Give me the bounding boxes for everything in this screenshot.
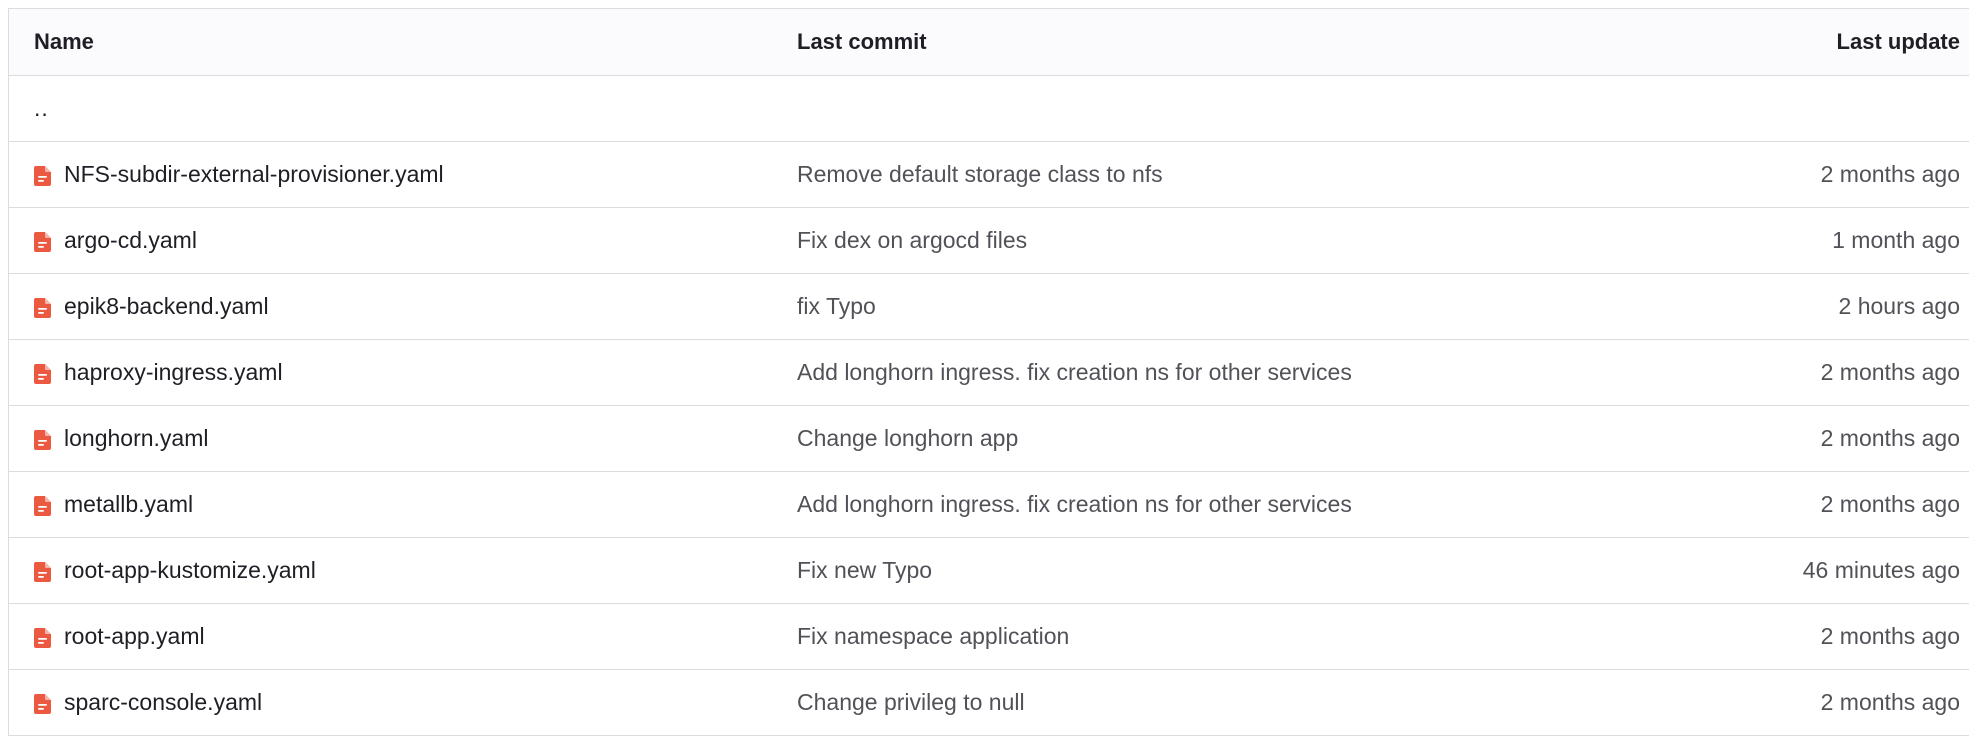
file-icon	[34, 429, 52, 450]
column-header-last-commit: Last commit	[797, 29, 927, 54]
table-header: Name Last commit Last update	[9, 9, 1969, 76]
last-update-time: 2 months ago	[1820, 425, 1960, 451]
last-update-time: 2 months ago	[1820, 623, 1960, 649]
file-icon	[34, 495, 52, 516]
file-name-cell: argo-cd.yaml	[9, 227, 797, 254]
column-header-last-update: Last update	[1836, 29, 1960, 54]
file-name-cell: root-app-kustomize.yaml	[9, 557, 797, 584]
file-icon	[34, 231, 52, 252]
file-icon	[34, 165, 52, 186]
parent-directory-cell: ..	[9, 95, 797, 122]
file-name-cell: root-app.yaml	[9, 623, 797, 650]
parent-directory-row[interactable]: ..	[9, 76, 1969, 142]
table-row[interactable]: sparc-console.yaml Change privileg to nul…	[9, 670, 1969, 736]
file-link[interactable]: sparc-console.yaml	[64, 689, 262, 716]
file-icon	[34, 627, 52, 648]
table-row[interactable]: NFS-subdir-external-provisioner.yaml Remo…	[9, 142, 1969, 208]
file-icon	[34, 297, 52, 318]
table-row[interactable]: root-app.yaml Fix namespace application 2 …	[9, 604, 1969, 670]
file-link[interactable]: root-app.yaml	[64, 623, 205, 650]
table-row[interactable]: metallb.yaml Add longhorn ingress. fix cr…	[9, 472, 1969, 538]
table-row[interactable]: haproxy-ingress.yaml Add longhorn ingress…	[9, 340, 1969, 406]
table-row[interactable]: root-app-kustomize.yaml Fix new Typo 46 mi…	[9, 538, 1969, 604]
table-row[interactable]: epik8-backend.yaml fix Typo 2 hours ago	[9, 274, 1969, 340]
last-commit-message[interactable]: Fix new Typo	[797, 557, 1670, 584]
last-update-time: 2 months ago	[1820, 359, 1960, 385]
file-link[interactable]: epik8-backend.yaml	[64, 293, 269, 320]
last-update-time: 2 months ago	[1820, 491, 1960, 517]
last-update-time: 1 month ago	[1832, 227, 1960, 253]
last-commit-message[interactable]: Add longhorn ingress. fix creation ns fo…	[797, 359, 1670, 386]
file-name-cell: sparc-console.yaml	[9, 689, 797, 716]
file-link[interactable]: longhorn.yaml	[64, 425, 208, 452]
file-name-cell: metallb.yaml	[9, 491, 797, 518]
parent-directory-link[interactable]: ..	[34, 95, 49, 122]
table-row[interactable]: longhorn.yaml Change longhorn app 2 months…	[9, 406, 1969, 472]
file-icon	[34, 363, 52, 384]
last-commit-message[interactable]: Remove default storage class to nfs	[797, 161, 1670, 188]
file-name-cell: haproxy-ingress.yaml	[9, 359, 797, 386]
file-name-cell: epik8-backend.yaml	[9, 293, 797, 320]
last-commit-message[interactable]: Fix namespace application	[797, 623, 1670, 650]
last-commit-message[interactable]: fix Typo	[797, 293, 1670, 320]
file-link[interactable]: argo-cd.yaml	[64, 227, 197, 254]
file-link[interactable]: haproxy-ingress.yaml	[64, 359, 283, 386]
last-update-time: 2 months ago	[1820, 689, 1960, 715]
file-link[interactable]: root-app-kustomize.yaml	[64, 557, 316, 584]
column-header-name: Name	[34, 29, 94, 54]
last-update-time: 2 months ago	[1820, 161, 1960, 187]
last-commit-message[interactable]: Fix dex on argocd files	[797, 227, 1670, 254]
last-update-time: 46 minutes ago	[1802, 557, 1960, 583]
file-rows: NFS-subdir-external-provisioner.yaml Remo…	[9, 142, 1969, 736]
file-name-cell: NFS-subdir-external-provisioner.yaml	[9, 161, 797, 188]
table-row[interactable]: argo-cd.yaml Fix dex on argocd files 1 mon…	[9, 208, 1969, 274]
file-link[interactable]: NFS-subdir-external-provisioner.yaml	[64, 161, 444, 188]
last-commit-message[interactable]: Change privileg to null	[797, 689, 1670, 716]
last-update-time: 2 hours ago	[1838, 293, 1960, 319]
file-icon	[34, 561, 52, 582]
file-icon	[34, 693, 52, 714]
file-name-cell: longhorn.yaml	[9, 425, 797, 452]
file-tree-table: Name Last commit Last update .. NFS-subd…	[8, 8, 1969, 736]
file-link[interactable]: metallb.yaml	[64, 491, 193, 518]
last-commit-message[interactable]: Change longhorn app	[797, 425, 1670, 452]
last-commit-message[interactable]: Add longhorn ingress. fix creation ns fo…	[797, 491, 1670, 518]
